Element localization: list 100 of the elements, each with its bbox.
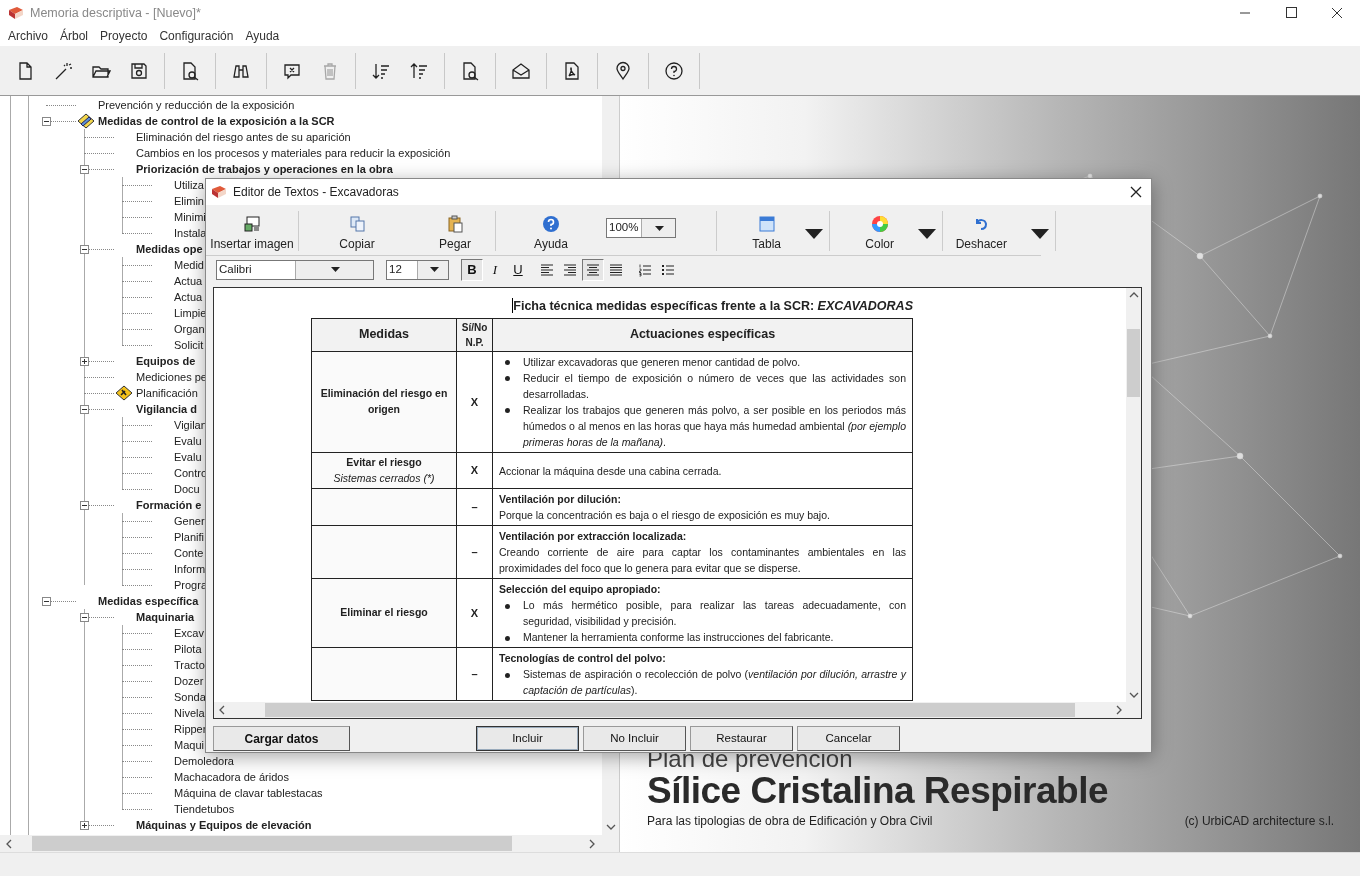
tree-item[interactable]: Maqui bbox=[172, 736, 204, 754]
tree-item[interactable]: Limpie bbox=[172, 304, 207, 322]
menu-item[interactable]: Ayuda bbox=[239, 27, 286, 45]
font-combo[interactable]: Calibri bbox=[216, 259, 374, 280]
magic-wand-icon[interactable] bbox=[53, 60, 73, 81]
tree-item[interactable]: Demoledora bbox=[172, 752, 234, 770]
toolbar-button[interactable]: Pegar bbox=[415, 207, 495, 255]
tree-item[interactable]: Instala bbox=[172, 224, 207, 242]
toolbar-button[interactable]: Deshacer bbox=[943, 207, 1055, 255]
insert-image-icon bbox=[243, 215, 261, 233]
tree-item[interactable]: Minimi bbox=[172, 208, 206, 226]
tree-item[interactable]: Machacadora de áridos bbox=[172, 768, 289, 786]
tree-item[interactable]: Dozer bbox=[172, 672, 204, 690]
align-center-button[interactable] bbox=[582, 258, 604, 281]
tree-item[interactable]: Priorización de trabajos y operaciones en la obra bbox=[134, 160, 393, 178]
tree-item[interactable]: Maquinaria bbox=[134, 608, 195, 626]
pdf-document-icon[interactable] bbox=[562, 60, 582, 81]
tree-item[interactable]: Inform bbox=[172, 560, 206, 578]
tree-item[interactable]: Evalu bbox=[172, 448, 202, 466]
scrollbar-thumb[interactable] bbox=[32, 836, 512, 851]
expand-toggle[interactable] bbox=[80, 612, 89, 622]
help-icon bbox=[542, 215, 560, 233]
align-center-icon bbox=[586, 262, 600, 277]
dialog-button[interactable]: Cancelar bbox=[797, 726, 900, 751]
tree-item[interactable]: Medid bbox=[172, 256, 204, 274]
expand-toggle[interactable] bbox=[42, 116, 51, 126]
document-search-icon[interactable] bbox=[180, 60, 200, 81]
tree-item[interactable]: Medidas específica bbox=[96, 592, 199, 610]
dialog-title: Editor de Textos - Excavadoras bbox=[233, 184, 399, 201]
tree-item[interactable]: Sonda bbox=[172, 688, 206, 706]
tree-item[interactable]: Gener bbox=[172, 512, 205, 530]
format-button[interactable]: B bbox=[461, 258, 483, 281]
menu-item[interactable]: Árbol bbox=[54, 27, 95, 45]
horizontal-scrollbar[interactable] bbox=[0, 835, 619, 852]
map-pin-icon[interactable] bbox=[613, 60, 633, 81]
tree-item[interactable]: Excav bbox=[172, 624, 204, 642]
column-header: Medidas bbox=[311, 318, 457, 352]
measure-description: Accionar la máquina desde una cabina cerrada. bbox=[499, 463, 723, 479]
toolbar-button[interactable]: Tabla bbox=[717, 207, 829, 255]
tree-item[interactable]: Máquinas y Equipos de elevación bbox=[134, 816, 312, 834]
toolbar-button[interactable]: Ayuda bbox=[496, 207, 606, 255]
dialog-button[interactable]: Cargar datos bbox=[213, 726, 350, 751]
zoom-combo[interactable]: 100% bbox=[606, 218, 676, 238]
tree-item[interactable]: Planificación bbox=[134, 384, 198, 402]
tree-item[interactable]: Planifi bbox=[172, 528, 204, 546]
tree-item[interactable]: Evalu bbox=[172, 432, 202, 450]
dialog-button[interactable]: Incluir bbox=[476, 726, 579, 751]
expand-toggle[interactable] bbox=[80, 500, 89, 510]
dialog-button[interactable]: Restaurar bbox=[690, 726, 793, 751]
tree-item[interactable]: Eliminación del riesgo antes de su aparición bbox=[134, 128, 351, 146]
tree-item[interactable]: Tracto bbox=[172, 656, 205, 674]
tree-item[interactable]: Pilota bbox=[172, 640, 202, 658]
applies-mark: X bbox=[456, 578, 493, 648]
toolbar-button[interactable]: Color bbox=[830, 207, 942, 255]
menu-item[interactable]: Configuración bbox=[153, 27, 240, 45]
document-editor[interactable] bbox=[213, 287, 1142, 719]
tree-item[interactable]: Tiendetubos bbox=[172, 800, 235, 818]
menu-item[interactable]: Proyecto bbox=[94, 27, 154, 45]
tree-item[interactable]: Utiliza bbox=[172, 176, 204, 194]
tree-item[interactable]: Docu bbox=[172, 480, 200, 498]
tree-item[interactable]: Medidas de control de la exposición a la SCR bbox=[96, 112, 335, 130]
scrollbar-thumb[interactable] bbox=[1127, 329, 1140, 397]
color-wheel-icon bbox=[870, 215, 889, 233]
toolbar-button[interactable]: Copiar bbox=[299, 207, 415, 255]
tree-item[interactable]: Equipos de bbox=[134, 352, 196, 370]
document-search-icon[interactable] bbox=[460, 60, 480, 81]
horizontal-scrollbar[interactable] bbox=[214, 702, 1141, 718]
bullet-text: Realizar los trabajos que generen más polvo, a ser posible en los periodos más húmedos o al menos en las horas que haya más humedad ambiental (por ejemplo primeras horas de la mañana). bbox=[523, 403, 906, 448]
expand-toggle[interactable] bbox=[80, 404, 89, 414]
tree-item[interactable]: Medidas ope bbox=[134, 240, 203, 258]
menu-item[interactable]: Archivo bbox=[2, 27, 54, 45]
tree-item[interactable]: Actua bbox=[172, 288, 203, 306]
caret-icon bbox=[429, 267, 439, 272]
toolbar-button[interactable]: Insertar imagen bbox=[206, 207, 298, 255]
tree-item[interactable]: Vigilancia d bbox=[134, 400, 197, 418]
expand-toggle[interactable] bbox=[80, 356, 89, 366]
floppy-disk-icon[interactable] bbox=[129, 60, 149, 81]
tree-item[interactable]: Cambios en los procesos y materiales para reducir la exposición bbox=[134, 144, 451, 162]
tree-item[interactable]: Solicit bbox=[172, 336, 204, 354]
tree-item[interactable]: Conte bbox=[172, 544, 204, 562]
expand-toggle[interactable] bbox=[42, 596, 51, 606]
tree-item[interactable]: Ripper bbox=[172, 720, 207, 738]
tree-item[interactable]: Formación e bbox=[134, 496, 202, 514]
tree-item[interactable]: Máquina de clavar tablestacas bbox=[172, 784, 323, 802]
tree-item[interactable]: Actua bbox=[172, 272, 203, 290]
expand-toggle[interactable] bbox=[80, 164, 89, 174]
scrollbar-thumb[interactable] bbox=[264, 703, 1075, 717]
tree-item[interactable]: Organ bbox=[172, 320, 205, 338]
dialog-button[interactable]: No Incluir bbox=[583, 726, 686, 751]
tree-item[interactable]: Nivela bbox=[172, 704, 205, 722]
bullet-text: Reducir el tiempo de exposición o número de veces que las actividades son desarrolladas. bbox=[523, 371, 906, 400]
help-icon[interactable] bbox=[664, 60, 684, 81]
tree-item[interactable]: Elimin bbox=[172, 192, 204, 210]
font-size-combo[interactable]: 12 bbox=[386, 259, 449, 280]
vertical-scrollbar[interactable] bbox=[1126, 288, 1141, 702]
measure-heading: Ventilación por extracción localizada: bbox=[499, 529, 688, 545]
expand-toggle[interactable] bbox=[80, 244, 89, 254]
expand-toggle[interactable] bbox=[80, 820, 89, 830]
tree-item[interactable]: Prevención y reducción de la exposición bbox=[96, 96, 295, 114]
measure-note: Sistemas cerrados (*) bbox=[332, 470, 436, 486]
